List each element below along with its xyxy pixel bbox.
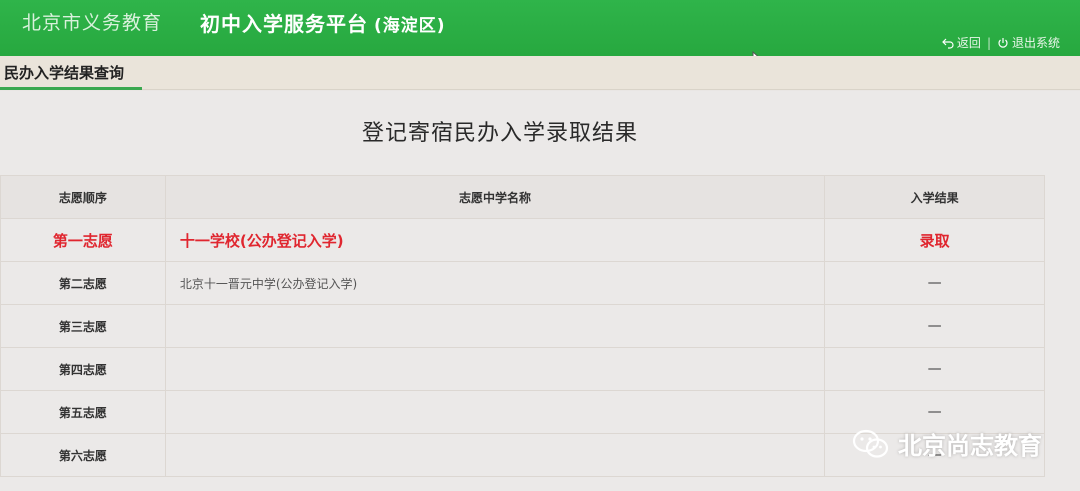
page-title: 登记寄宿民办入学录取结果 [361, 121, 638, 146]
row-order: 第三志愿 [0, 304, 166, 348]
row-order: 第五志愿 [0, 390, 166, 434]
header-actions: 返回 | 退出系统 [942, 34, 1060, 51]
site-name: 北京市义务教育 [22, 12, 163, 34]
logout-label: 退出系统 [1011, 36, 1060, 50]
header-order: 志愿顺序 [0, 175, 166, 219]
table-header-row: 志愿顺序 志愿中学名称 入学结果 [0, 175, 1045, 219]
row-order: 第六志愿 [0, 433, 166, 477]
logout-button[interactable]: 退出系统 [997, 34, 1060, 51]
row-school [164, 390, 826, 434]
back-button[interactable]: 返回 [942, 34, 981, 51]
row-order: 第四志愿 [0, 347, 166, 391]
row-result: — [824, 304, 1045, 348]
watermark-text: 北京尚志教育 [898, 432, 1042, 460]
back-label: 返回 [956, 36, 981, 50]
wechat-icon [852, 429, 889, 458]
header-school: 志愿中学名称 [164, 175, 826, 219]
row-result: — [824, 347, 1045, 391]
row-result: — [824, 261, 1045, 305]
tab-admission-result-query[interactable]: 民办入学结果查询 [0, 60, 143, 90]
platform-title: 初中入学服务平台 (海淀区) [200, 8, 446, 37]
header-result: 入学结果 [824, 175, 1045, 219]
table-row: 第二志愿 北京十一晋元中学(公办登记入学) — [0, 261, 1045, 305]
table-row: 第四志愿 — [0, 347, 1045, 391]
row-order: 第一志愿 [0, 218, 166, 262]
row-school [164, 304, 826, 348]
watermark: 北京尚志教育 [852, 426, 1042, 461]
district-label: (海淀区) [374, 16, 446, 36]
row-school [164, 347, 826, 391]
row-result: 录取 [824, 218, 1045, 262]
header-separator: | [986, 35, 991, 50]
row-school: 十一学校(公办登记入学) [164, 218, 826, 262]
row-school [164, 433, 826, 477]
section-bar: 民办入学结果查询 [0, 56, 1080, 90]
platform-title-text: 初中入学服务平台 [200, 12, 368, 36]
row-order: 第二志愿 [0, 261, 166, 305]
app-header: 北京市义务教育 初中入学服务平台 (海淀区) 返回 | 退出系统 [0, 0, 1080, 56]
row-school: 北京十一晋元中学(公办登记入学) [164, 261, 826, 305]
table-row: 第三志愿 — [0, 304, 1045, 348]
back-icon [942, 38, 954, 49]
power-icon [998, 37, 1008, 48]
table-row: 第一志愿 十一学校(公办登记入学) 录取 [0, 218, 1045, 262]
